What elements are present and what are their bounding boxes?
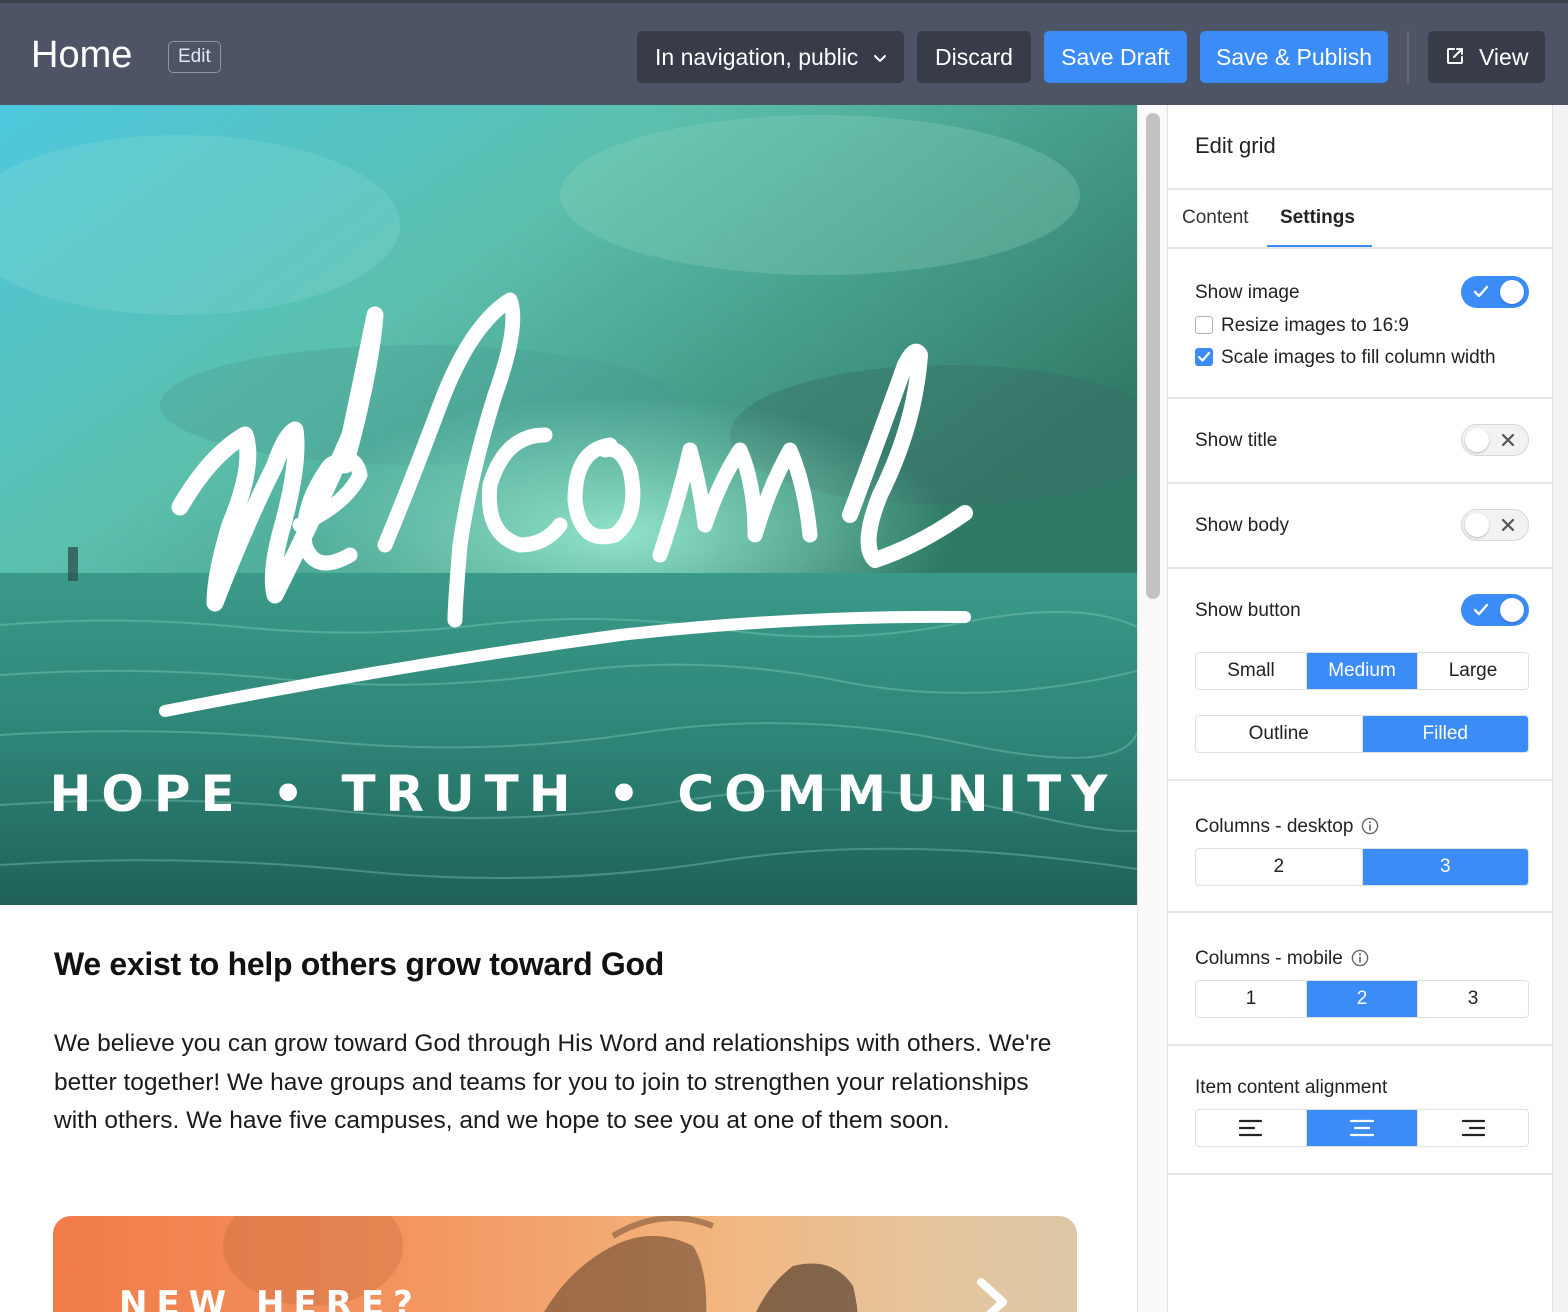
check-icon (1473, 285, 1489, 298)
scale-images-label: Scale images to fill column width (1221, 347, 1496, 368)
edit-grid-panel: Edit grid Content Settings Show image Re… (1167, 105, 1554, 1312)
show-image-label: Show image (1195, 282, 1300, 303)
close-icon (1501, 433, 1515, 446)
save-publish-button[interactable]: Save & Publish (1200, 31, 1388, 83)
info-icon[interactable] (1351, 949, 1369, 967)
button-size-small[interactable]: Small (1196, 653, 1307, 689)
align-right-icon (1461, 1119, 1485, 1137)
navigation-visibility-select[interactable]: In navigation, public (637, 31, 904, 83)
tab-settings[interactable]: Settings (1280, 207, 1355, 229)
toggle-knob (1500, 280, 1524, 304)
toolbar-divider (1407, 31, 1409, 83)
show-title-toggle[interactable] (1461, 424, 1529, 456)
button-style-selector: Outline Filled (1195, 715, 1529, 753)
scale-images-checkbox[interactable] (1195, 348, 1213, 366)
show-image-toggle[interactable] (1461, 276, 1529, 308)
columns-desktop-selector: 2 3 (1195, 848, 1529, 886)
align-right-button[interactable] (1418, 1110, 1528, 1146)
align-left-button[interactable] (1196, 1110, 1307, 1146)
top-bar: Home Edit In navigation, public Discard … (0, 0, 1568, 105)
chevron-right-icon (977, 1278, 1007, 1312)
show-body-toggle[interactable] (1461, 509, 1529, 541)
align-center-button[interactable] (1307, 1110, 1418, 1146)
divider (1168, 188, 1554, 190)
divider (1168, 397, 1554, 399)
align-center-icon (1350, 1119, 1374, 1137)
divider (1168, 911, 1554, 913)
columns-mobile-1[interactable]: 1 (1196, 981, 1307, 1017)
divider (1168, 779, 1554, 781)
columns-desktop-2[interactable]: 2 (1196, 849, 1363, 885)
columns-mobile-3[interactable]: 3 (1418, 981, 1528, 1017)
show-button-label: Show button (1195, 600, 1301, 621)
resize-images-label: Resize images to 16:9 (1221, 315, 1409, 336)
toggle-knob (1465, 427, 1489, 452)
view-button[interactable]: View (1428, 31, 1545, 83)
alignment-selector (1195, 1109, 1529, 1147)
alignment-label: Item content alignment (1195, 1077, 1388, 1098)
check-icon (1473, 603, 1489, 616)
save-draft-button[interactable]: Save Draft (1044, 31, 1187, 83)
columns-desktop-label: Columns - desktop (1195, 816, 1354, 837)
resize-images-checkbox[interactable] (1195, 316, 1213, 334)
tab-content[interactable]: Content (1182, 207, 1249, 229)
info-icon[interactable] (1361, 817, 1379, 835)
columns-desktop-heading: Columns - desktop (1195, 816, 1379, 838)
close-icon (1501, 518, 1515, 531)
button-size-medium[interactable]: Medium (1307, 653, 1418, 689)
button-size-large[interactable]: Large (1418, 653, 1528, 689)
divider (1168, 1044, 1554, 1046)
canvas-scrollbar[interactable] (1137, 105, 1167, 1312)
panel-gutter (1553, 105, 1568, 1312)
hero-tagline: HOPE • TRUTH • COMMUNITY (49, 765, 1118, 823)
scrollbar-thumb[interactable] (1146, 113, 1160, 599)
content-body: We believe you can grow toward God throu… (54, 1030, 1052, 1134)
discard-button[interactable]: Discard (917, 31, 1031, 83)
page-title: Home (31, 34, 133, 76)
card-title: NEW HERE? (119, 1284, 422, 1312)
columns-mobile-selector: 1 2 3 (1195, 980, 1529, 1018)
columns-mobile-heading: Columns - mobile (1195, 948, 1369, 970)
page-canvas: HOPE • TRUTH • COMMUNITY We exist to hel… (0, 105, 1137, 1312)
align-left-icon (1239, 1119, 1263, 1137)
chevron-down-icon (874, 55, 886, 62)
show-body-label: Show body (1195, 515, 1290, 536)
hero-image[interactable]: HOPE • TRUTH • COMMUNITY (0, 105, 1137, 905)
external-link-icon (1447, 48, 1463, 64)
new-here-card[interactable]: NEW HERE? (53, 1216, 1077, 1312)
view-label: View (1479, 44, 1529, 70)
show-title-label: Show title (1195, 430, 1278, 451)
columns-mobile-2[interactable]: 2 (1307, 981, 1418, 1017)
toggle-knob (1465, 512, 1489, 537)
check-icon (1197, 351, 1211, 362)
divider (1168, 247, 1554, 249)
show-button-toggle[interactable] (1461, 594, 1529, 626)
toggle-knob (1500, 598, 1524, 622)
columns-mobile-label: Columns - mobile (1195, 948, 1343, 969)
button-size-selector: Small Medium Large (1195, 652, 1529, 690)
divider (1168, 482, 1554, 484)
button-style-filled[interactable]: Filled (1362, 716, 1528, 752)
edit-title-button[interactable]: Edit (168, 41, 221, 73)
content-heading: We exist to help others grow toward God (54, 946, 664, 982)
navigation-visibility-label: In navigation, public (655, 44, 859, 70)
divider (1168, 567, 1554, 569)
columns-desktop-3[interactable]: 3 (1362, 849, 1528, 885)
panel-title: Edit grid (1195, 133, 1276, 158)
divider (1168, 1173, 1554, 1175)
button-style-outline[interactable]: Outline (1196, 716, 1363, 752)
